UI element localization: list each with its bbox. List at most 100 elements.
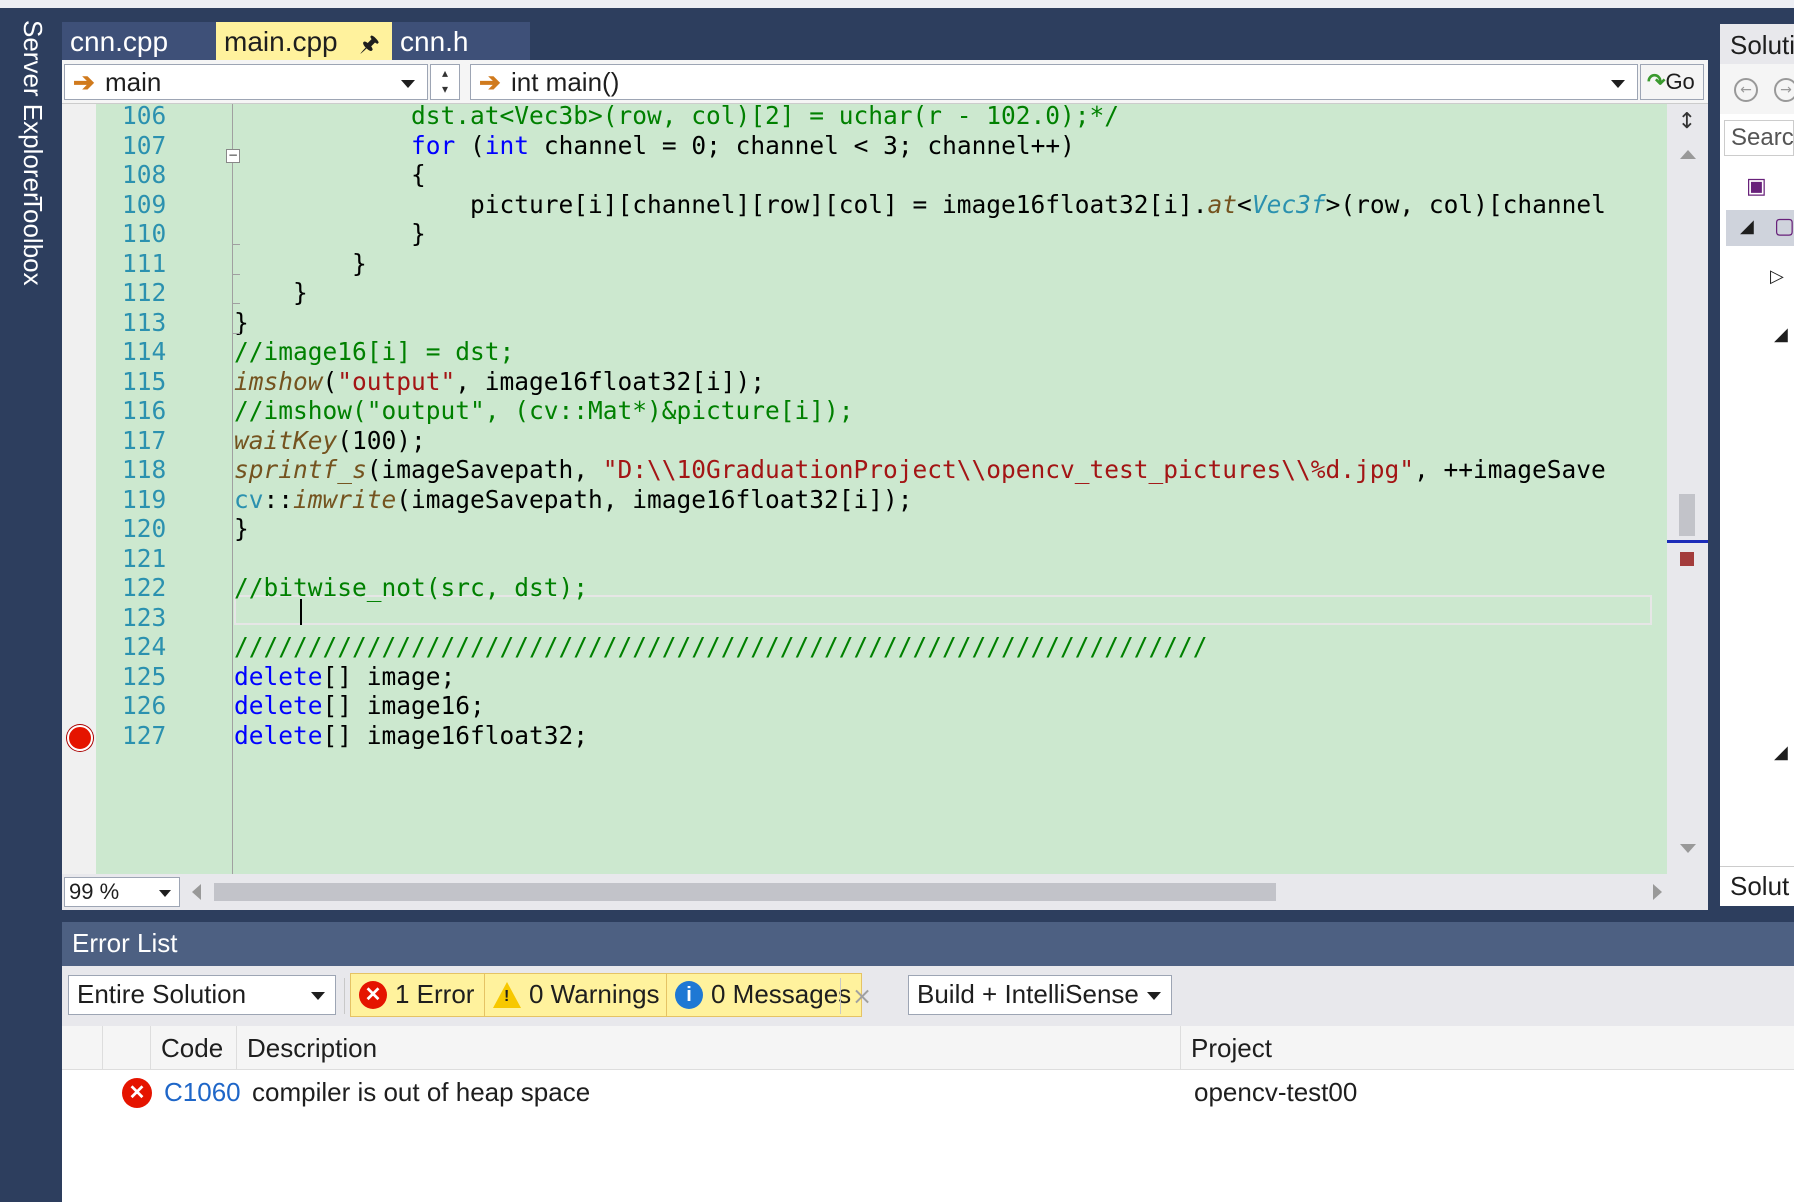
error-icon: ✕ [122,1078,152,1108]
code-line[interactable]: 117 waitKey(100); [62,425,1667,457]
error-row[interactable]: ✕ C1060 compiler is out of heap space op… [62,1072,1794,1116]
messages-filter-button[interactable]: i 0 Messages [666,973,863,1017]
line-number: 117 [122,425,167,455]
code-text: ////////////////////////////////////////… [234,632,1208,661]
code-line[interactable]: 120} [62,513,1667,545]
scroll-down-icon[interactable] [1680,844,1696,853]
code-text: imshow("output", image16float32[i]); [234,366,766,396]
selected-tree-row[interactable]: ◢ ▢ [1726,210,1794,246]
code-text: { [234,160,426,189]
scope-filter-dropdown[interactable]: Entire Solution [68,975,336,1015]
solution-explorer-footer-tab[interactable]: Solut [1720,866,1794,906]
outline-tick [232,303,240,304]
code-line[interactable]: 119 cv::imwrite(imageSavepath, image16flo… [62,484,1667,516]
code-line[interactable]: 127 delete[] image16float32; [62,720,1667,752]
code-line[interactable]: 118 sprintf_s(imageSavepath, "D:\\10Gradu… [62,454,1667,486]
code-line[interactable]: 125 delete[] image; [62,661,1667,693]
code-line[interactable]: 116 //imshow("output", (cv::Mat*)&picture… [62,395,1667,427]
code-line[interactable]: 114 //image16[i] = dst; [62,336,1667,368]
line-number: 111 [122,248,167,278]
code-text: delete[] image; [234,661,456,691]
code-text: for (int channel = 0; channel < 3; chann… [411,130,1075,160]
code-line[interactable]: 107 for (int channel = 0; channel < 3; c… [62,130,1667,162]
chevron-down-icon [1611,80,1625,88]
scrollbar-thumb[interactable] [1679,494,1695,536]
member-dropdown[interactable]: ➔ int main() [470,64,1638,100]
code-line[interactable]: 124 /////////////////////////////////////… [62,631,1667,663]
horizontal-scrollbar-thumb[interactable] [214,883,1276,901]
code-line[interactable]: 126 delete[] image16; [62,690,1667,722]
line-number: 110 [122,219,167,248]
scroll-left-icon[interactable] [192,884,201,900]
error-list-toolbar: Entire Solution ✕ 1 Error ! 0 Warnings i… [62,966,1794,1026]
code-line[interactable]: 122 //bitwise_not(src, dst); [62,572,1667,604]
tab-label: main.cpp [224,26,338,57]
scope-dropdown[interactable]: ➔ main [64,64,428,100]
code-line[interactable]: 115 imshow("output", image16float32[i]); [62,366,1667,398]
editor-bottom-bar: 99 % [62,874,1708,910]
errors-filter-button[interactable]: ✕ 1 Error [350,973,486,1017]
code-line[interactable]: 106 dst.at<Vec3b>(row, col)[2] = uchar(r… [62,104,1667,132]
toolbox-tab[interactable]: Toolbox [17,196,48,286]
build-filter-dropdown[interactable]: Build + IntelliSense [908,975,1172,1015]
member-value: int main() [511,67,620,97]
clear-filter-icon[interactable]: ⨯ [852,982,872,1010]
expanded-arrow-icon[interactable]: ◢ [1774,742,1788,763]
solution-explorer-title: Soluti [1720,24,1794,64]
scroll-up-icon[interactable] [1680,150,1696,159]
errors-label: 1 Error [395,979,475,1009]
tab-cnn-cpp[interactable]: cnn.cpp [62,22,216,60]
code-line[interactable]: 121 [62,543,1667,575]
header-severity[interactable] [102,1026,150,1070]
messages-label: 0 Messages [711,979,852,1009]
tab-cnn-h[interactable]: cnn.h [392,22,530,60]
go-button[interactable]: ↷Go [1640,64,1704,100]
error-icon: ✕ [359,981,387,1009]
tab-label: cnn.cpp [70,26,169,57]
error-project: opencv-test00 [1194,1077,1358,1107]
line-number: 109 [122,189,167,219]
code-text: cv::imwrite(imageSavepath, image16float3… [234,484,913,514]
scroll-right-icon[interactable] [1653,884,1662,900]
back-icon[interactable]: ← [1734,78,1758,102]
error-code-link[interactable]: C1060 [164,1077,241,1108]
vertical-scrollbar[interactable]: ↕ [1667,104,1708,874]
scope-spinner[interactable]: ▴ ▾ [430,64,460,100]
zoom-dropdown[interactable]: 99 % [64,877,180,907]
line-number: 125 [122,661,167,691]
code-line[interactable]: 112 } [62,277,1667,309]
code-text: //image16[i] = dst; [234,337,515,366]
code-line[interactable]: 113} [62,307,1667,339]
code-text: } [234,248,367,278]
collapsed-arrow-icon[interactable]: ▷ [1770,266,1784,287]
line-number: 121 [122,543,167,573]
breakpoint-icon[interactable] [67,725,93,751]
line-number: 106 [122,104,167,130]
code-line[interactable]: 123 [62,602,1667,634]
code-line[interactable]: 110 } [62,218,1667,250]
caret-position-marker [1667,540,1708,543]
left-tool-window-bar: Server Explorer Toolbox [0,8,62,1202]
forward-icon[interactable]: → [1774,78,1794,102]
line-number: 124 [122,632,167,661]
line-number: 116 [122,396,167,425]
header-description[interactable]: Description [236,1026,1180,1070]
text-caret [300,599,302,625]
line-number: 120 [122,514,167,543]
tab-main-cpp[interactable]: main.cpp 🖈 ✕ [216,22,392,95]
split-window-icon[interactable]: ↕ [1673,110,1701,134]
code-line[interactable]: 108 { [62,159,1667,191]
code-line[interactable]: 109 picture[i][channel][row][col] = imag… [62,189,1667,221]
chevron-down-icon [311,992,325,1000]
expanded-arrow-icon[interactable]: ◢ [1740,216,1754,237]
code-editor[interactable]: − 106 dst.at<Vec3b>(row, col)[2] = uchar… [62,104,1667,874]
expanded-arrow-icon[interactable]: ◢ [1774,324,1788,345]
code-text: } [234,514,249,543]
header-code[interactable]: Code [150,1026,236,1070]
zoom-value: 99 % [69,879,120,904]
solution-search-input[interactable]: Searc [1724,120,1794,156]
warnings-filter-button[interactable]: ! 0 Warnings [484,973,671,1017]
code-line[interactable]: 111 } [62,248,1667,280]
header-project[interactable]: Project [1180,1026,1794,1070]
server-explorer-tab[interactable]: Server Explorer [17,20,48,201]
